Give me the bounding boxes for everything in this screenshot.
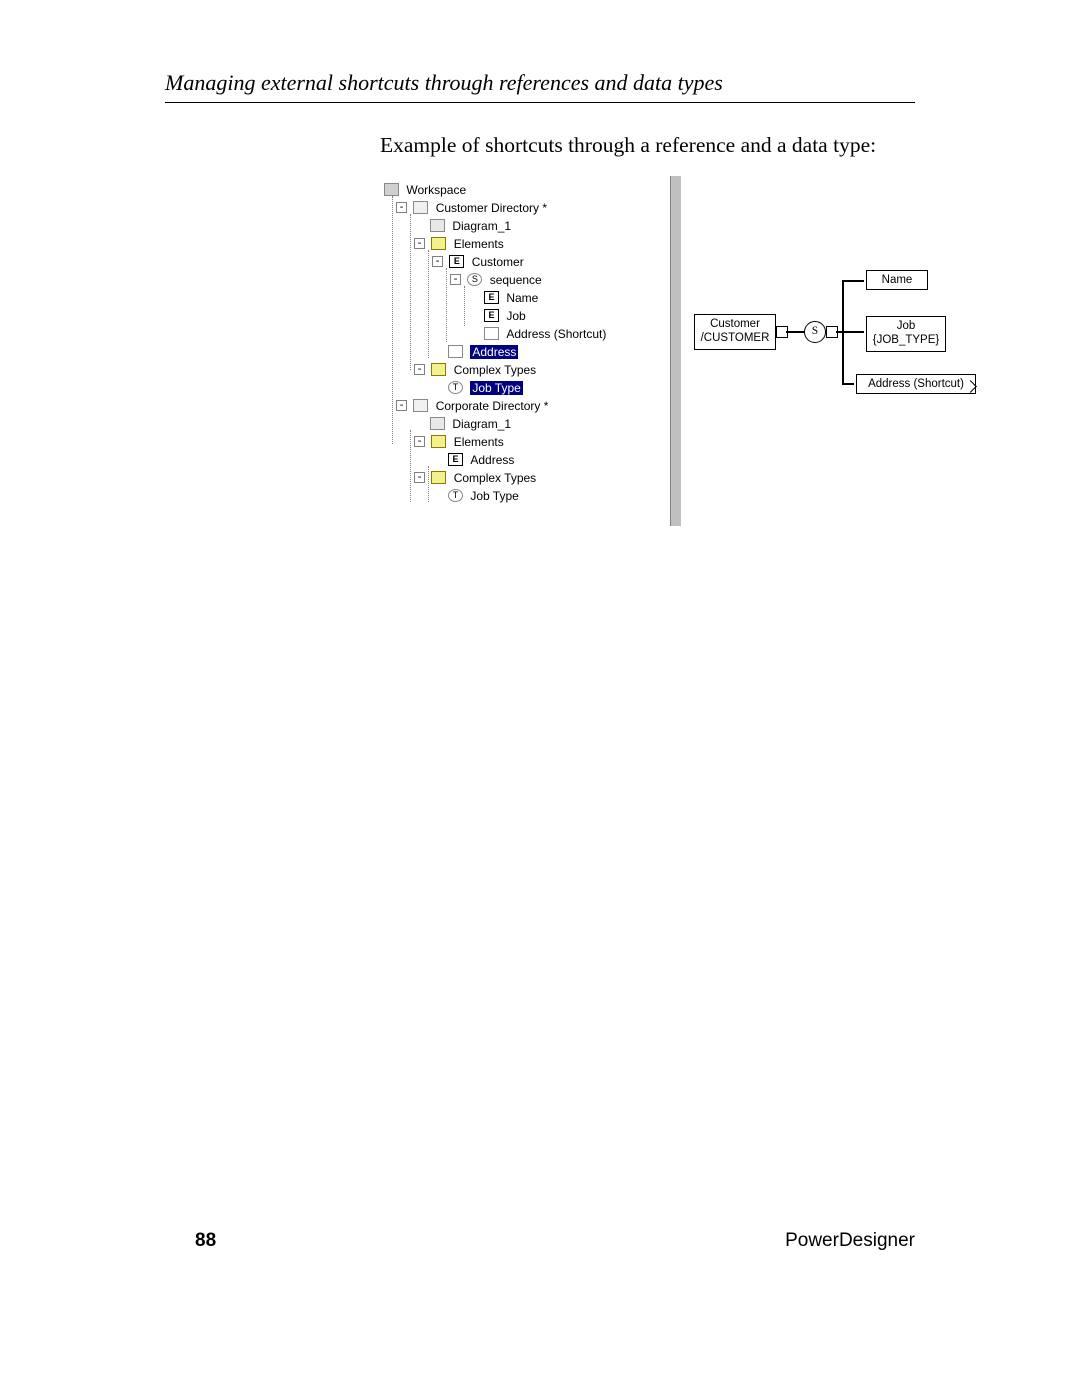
workspace-icon xyxy=(384,183,399,196)
diagram-pane: Customer /CUSTOMER S Name Job {JOB xyxy=(690,176,1020,526)
tree-label: Elements xyxy=(454,435,504,449)
diagram-text: Address (Shortcut) xyxy=(868,378,964,390)
tree-node-workspace[interactable]: Workspace xyxy=(384,180,664,198)
tree-label-selected: Address xyxy=(470,345,518,359)
tree-label: Workspace xyxy=(406,183,466,197)
shortcut-icon xyxy=(448,345,463,358)
tree-label-selected: Job Type xyxy=(470,381,522,395)
tree-label: Job Type xyxy=(470,489,518,503)
tree-node-diagram-b[interactable]: Diagram_1 xyxy=(384,414,664,432)
pane-divider xyxy=(670,176,682,526)
diagram-text: Customer xyxy=(695,317,775,331)
collapse-icon[interactable]: - xyxy=(432,256,443,267)
diagram-text: S xyxy=(812,325,818,337)
tree-label: Corporate Directory * xyxy=(436,399,549,413)
diagram-text: Job xyxy=(867,319,945,333)
tree-label: Name xyxy=(506,291,538,305)
diagram-name-box[interactable]: Name xyxy=(866,270,928,290)
diagram-job-box[interactable]: Job {JOB_TYPE} xyxy=(866,316,946,352)
page-heading: Managing external shortcuts through refe… xyxy=(165,70,915,103)
tree-view: Workspace - Customer Directory * Diagram… xyxy=(384,180,664,504)
tree-label: Address (Shortcut) xyxy=(506,327,606,341)
tree-label: sequence xyxy=(490,273,542,287)
tree-node-sequence[interactable]: - sequence xyxy=(384,270,664,288)
diagram-icon xyxy=(430,219,445,232)
tree-node-complex-b[interactable]: - Complex Types xyxy=(384,468,664,486)
tree-label: Diagram_1 xyxy=(452,219,511,233)
diagram-customer-box[interactable]: Customer /CUSTOMER xyxy=(694,314,776,350)
type-icon xyxy=(448,489,463,502)
tree-label: Address xyxy=(470,453,514,467)
tree-node-address-shortcut[interactable]: Address (Shortcut) xyxy=(384,324,664,342)
collapse-icon[interactable]: - xyxy=(414,238,425,249)
tree-label: Customer Directory * xyxy=(436,201,547,215)
tree-node-complex-types[interactable]: - Complex Types xyxy=(384,360,664,378)
tree-node-elements[interactable]: - Elements xyxy=(384,234,664,252)
collapse-icon[interactable]: - xyxy=(396,202,407,213)
element-icon xyxy=(484,291,499,304)
shortcut-icon xyxy=(484,327,499,340)
folder-icon xyxy=(431,363,446,376)
tree-label: Elements xyxy=(454,237,504,251)
tree-label: Customer xyxy=(472,255,524,269)
product-name: PowerDesigner xyxy=(785,1230,915,1252)
diagram-address-box[interactable]: Address (Shortcut) xyxy=(856,374,976,394)
collapse-icon[interactable]: - xyxy=(396,400,407,411)
tree-label: Complex Types xyxy=(454,471,536,485)
collapse-icon[interactable]: - xyxy=(414,436,425,447)
diagram-text: {JOB_TYPE} xyxy=(867,333,945,347)
example-text: Example of shortcuts through a reference… xyxy=(380,133,915,158)
tree-node-address-selected[interactable]: Address xyxy=(384,342,664,360)
figure: Workspace - Customer Directory * Diagram… xyxy=(380,176,1020,526)
page-number: 88 xyxy=(195,1230,216,1252)
folder-icon xyxy=(431,435,446,448)
collapse-icon[interactable]: - xyxy=(414,364,425,375)
diagram-line xyxy=(842,280,864,282)
diagram-line xyxy=(786,331,806,333)
type-shortcut-icon xyxy=(448,381,463,394)
tree-node-jobtype-b[interactable]: Job Type xyxy=(384,486,664,504)
diagram-icon xyxy=(430,417,445,430)
element-icon xyxy=(448,453,463,466)
element-icon xyxy=(484,309,499,322)
model-icon xyxy=(413,201,428,214)
tree-node-address-b[interactable]: Address xyxy=(384,450,664,468)
tree-node-job[interactable]: Job xyxy=(384,306,664,324)
tree-label: Diagram_1 xyxy=(452,417,511,431)
element-icon xyxy=(449,255,464,268)
diagram-text: Name xyxy=(882,274,913,286)
folder-icon xyxy=(431,237,446,250)
collapse-icon[interactable]: - xyxy=(414,472,425,483)
tree-node-corporate-directory[interactable]: - Corporate Directory * xyxy=(384,396,664,414)
diagram-line xyxy=(842,331,864,333)
tree-node-customer[interactable]: - Customer xyxy=(384,252,664,270)
tree-node-jobtype-selected[interactable]: Job Type xyxy=(384,378,664,396)
tree-node-elements-b[interactable]: - Elements xyxy=(384,432,664,450)
model-icon xyxy=(413,399,428,412)
diagram-text: /CUSTOMER xyxy=(695,331,775,345)
tree-label: Complex Types xyxy=(454,363,536,377)
tree-node-name[interactable]: Name xyxy=(384,288,664,306)
folder-icon xyxy=(431,471,446,484)
sequence-icon xyxy=(467,273,482,286)
diagram-sequence-circle[interactable]: S xyxy=(804,321,826,343)
tree-node-customer-directory[interactable]: - Customer Directory * xyxy=(384,198,664,216)
tree-label: Job xyxy=(506,309,525,323)
diagram-line xyxy=(842,383,854,385)
tree-node-diagram[interactable]: Diagram_1 xyxy=(384,216,664,234)
collapse-icon[interactable]: - xyxy=(450,274,461,285)
